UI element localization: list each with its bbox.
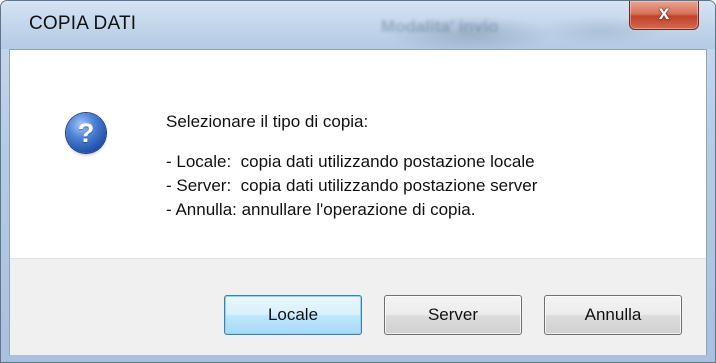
message-line-annulla: - Annulla: annullare l'operazione di cop…: [166, 200, 476, 219]
dialog-client-area: ? Selezionare il tipo di copia: - Locale…: [9, 49, 707, 355]
annulla-button[interactable]: Annulla: [544, 295, 682, 335]
title-bar[interactable]: Modalita' invio COPIA DATI x: [1, 1, 715, 49]
locale-button[interactable]: Locale: [224, 295, 362, 335]
message-heading: Selezionare il tipo di copia:: [166, 112, 369, 131]
question-icon: ?: [66, 113, 106, 153]
button-bar: Locale Server Annulla: [10, 258, 706, 355]
window-title: COPIA DATI: [29, 13, 137, 34]
close-button[interactable]: x: [629, 1, 699, 30]
server-button[interactable]: Server: [384, 295, 522, 335]
close-icon: x: [658, 3, 670, 24]
message-area: ? Selezionare il tipo di copia: - Locale…: [10, 50, 706, 258]
background-window-title: Modalita' invio: [381, 17, 499, 36]
message-line-server: - Server: copia dati utilizzando postazi…: [166, 176, 538, 195]
dialog-window: Modalita' invio COPIA DATI x ? Seleziona…: [0, 0, 716, 363]
message-line-locale: - Locale: copia dati utilizzando postazi…: [166, 152, 535, 171]
